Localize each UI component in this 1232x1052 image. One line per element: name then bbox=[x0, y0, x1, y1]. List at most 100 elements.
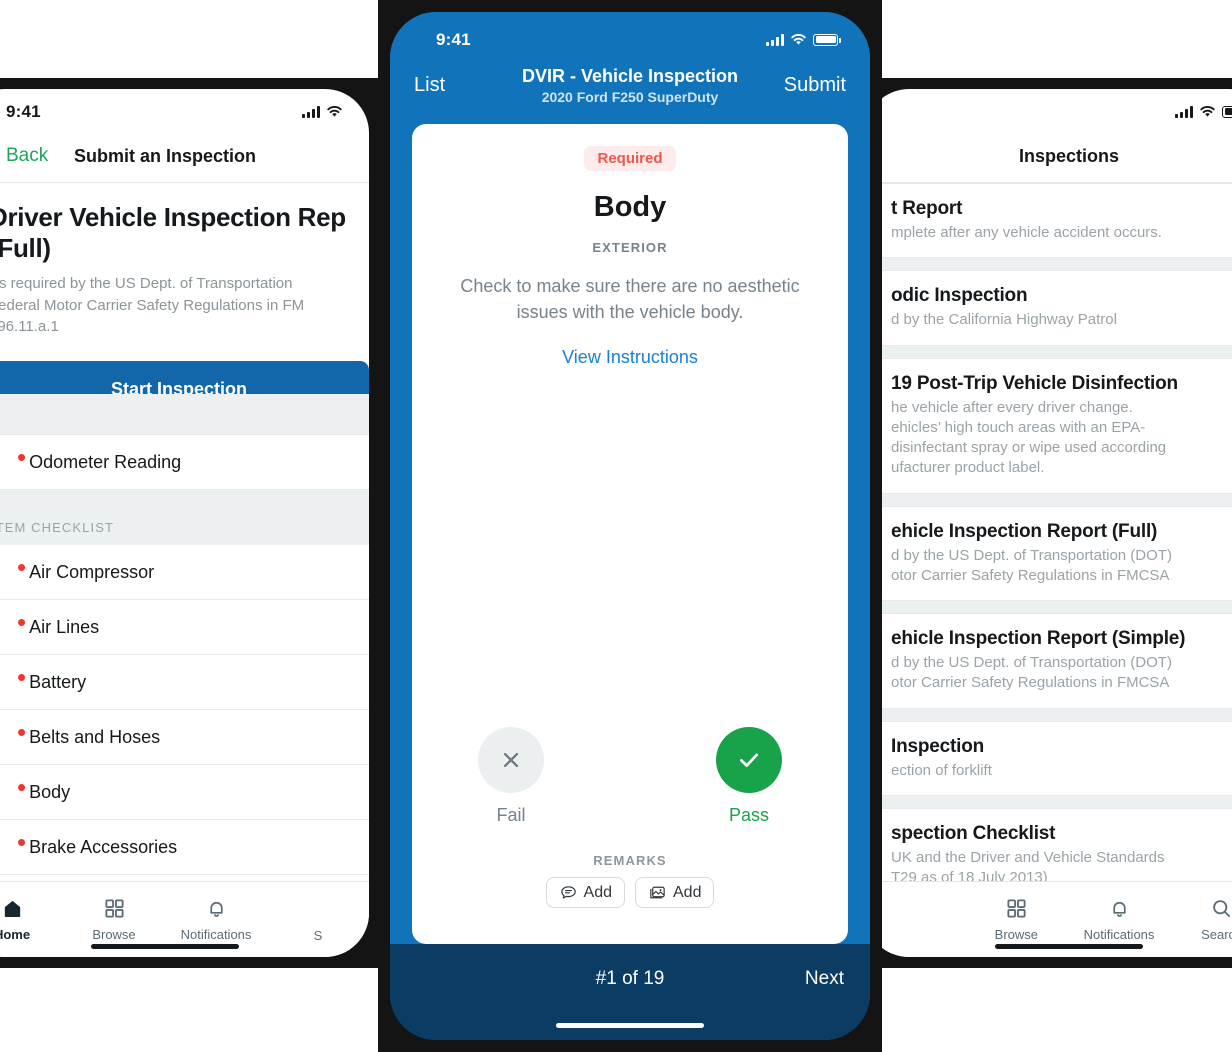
pass-button[interactable]: Pass bbox=[716, 727, 782, 826]
page-counter: #1 of 19 bbox=[595, 968, 665, 989]
checklist-row[interactable]: • Body bbox=[0, 765, 369, 820]
center-status-bar: 9:41 bbox=[390, 12, 870, 58]
odometer-reading-row[interactable]: • Odometer Reading bbox=[0, 434, 369, 490]
center-footer: #1 of 19 Next bbox=[390, 944, 870, 1040]
battery-icon bbox=[1222, 105, 1232, 118]
desc-line: he vehicle after every driver change. bbox=[891, 398, 1133, 416]
inspection-item-title: odic Inspection bbox=[891, 285, 1028, 307]
inspection-list-item[interactable]: 19 Post-Trip Vehicle Disinfection he vehi… bbox=[865, 357, 1232, 494]
tab-notifications-label: Notifications bbox=[180, 927, 252, 942]
check-icon bbox=[740, 753, 759, 767]
inspection-item-title: t Report bbox=[891, 198, 963, 219]
right-status-bar bbox=[865, 89, 1232, 135]
add-photo-button[interactable]: Add bbox=[635, 877, 715, 908]
next-button[interactable]: Next bbox=[805, 968, 844, 990]
comment-icon bbox=[560, 886, 576, 899]
check-circle-icon bbox=[0, 561, 17, 584]
title-line-2: (Full) bbox=[0, 232, 51, 263]
checklist-row-label: Belts and Hoses bbox=[29, 726, 161, 747]
desc-line: ufacturer product label. bbox=[891, 459, 1045, 477]
checklist-row[interactable]: • Air Lines bbox=[0, 600, 369, 655]
right-nav-bar: Inspections bbox=[865, 135, 1232, 183]
checklist-row[interactable]: • Battery bbox=[0, 655, 369, 710]
inspection-item-description: ection of forklift bbox=[891, 761, 1232, 781]
center-header: 9:41 List DVIR - Vehicle Inspection 2020… bbox=[390, 12, 870, 124]
status-time: 9:41 bbox=[436, 30, 471, 49]
remarks-label: REMARKS bbox=[593, 853, 667, 868]
tab-browse-label: Browse bbox=[994, 927, 1039, 942]
fail-label: Fail bbox=[496, 805, 526, 825]
inspection-list-item[interactable]: odic Inspection d by the California Highw… bbox=[865, 270, 1232, 346]
odometer-reading-label: Odometer Reading bbox=[29, 451, 182, 472]
page-title: Submit an Inspection bbox=[73, 146, 256, 166]
inspection-list-item[interactable]: Inspection ection of forklift bbox=[865, 720, 1232, 796]
home-indicator bbox=[556, 1023, 704, 1028]
fail-circle bbox=[478, 727, 544, 793]
inspection-item-title: Inspection bbox=[891, 735, 985, 757]
desc-line: disinfectant spray or wipe used accordin… bbox=[891, 439, 1167, 456]
inspection-form-title: Driver Vehicle Inspection Rep (Full) bbox=[0, 202, 346, 263]
cellular-bars-icon bbox=[766, 33, 784, 46]
cellular-bars-icon bbox=[302, 105, 320, 118]
left-phone-screen: 9:41 Back Submit an Inspection Driver Ve… bbox=[0, 89, 369, 957]
gauge-icon bbox=[0, 451, 17, 474]
check-circle-icon bbox=[0, 726, 17, 749]
inspection-list-item[interactable]: ehicle Inspection Report (Simple) d by th… bbox=[865, 613, 1232, 709]
desc-line-2: Federal Motor Carrier Safety Regulations… bbox=[0, 296, 305, 314]
status-icons bbox=[766, 33, 841, 46]
inspection-list-item[interactable]: t Report mplete after any vehicle acciden… bbox=[865, 183, 1232, 259]
fail-button[interactable]: Fail bbox=[478, 727, 544, 826]
wifi-icon bbox=[791, 34, 806, 45]
search-icon bbox=[1213, 900, 1231, 918]
desc-line: mplete after any vehicle accident occurs… bbox=[891, 224, 1162, 241]
submit-button[interactable]: Submit bbox=[784, 74, 846, 97]
inspections-title: Inspections bbox=[1018, 146, 1120, 166]
status-icons bbox=[1175, 105, 1232, 118]
checklist-row[interactable]: • Brake Accessories bbox=[0, 820, 369, 875]
item-checklist-header: ITEM CHECKLIST bbox=[0, 490, 369, 545]
checklist-row-label: Air Compressor bbox=[29, 561, 155, 582]
tab-search-label: Search bbox=[1201, 927, 1232, 942]
tab-search[interactable]: Search bbox=[1170, 882, 1232, 957]
pass-label: Pass bbox=[728, 805, 770, 825]
add-photo-label: Add bbox=[673, 883, 702, 901]
center-phone-device: 9:41 List DVIR - Vehicle Inspection 2020… bbox=[378, 0, 882, 1052]
tab-notifications-label: Notifications bbox=[1083, 927, 1155, 942]
inspection-item-title: ehicle Inspection Report (Simple) bbox=[891, 628, 1186, 649]
inspection-form-description: As required by the US Dept. of Transport… bbox=[0, 273, 341, 337]
check-circle-icon bbox=[0, 616, 17, 639]
desc-line: UK and the Driver and Vehicle Standards bbox=[891, 848, 1165, 866]
status-icons bbox=[302, 105, 343, 118]
desc-line: ection of forklift bbox=[891, 761, 992, 779]
grid-icon bbox=[1007, 899, 1026, 918]
desc-line: ehicles’ high touch areas with an EPA- bbox=[891, 418, 1146, 436]
inspection-list-item[interactable]: ehicle Inspection Report (Full) d by the … bbox=[865, 505, 1232, 601]
checklist-row[interactable]: • Air Compressor bbox=[0, 545, 369, 600]
check-circle-icon bbox=[0, 836, 17, 859]
pass-circle bbox=[716, 727, 782, 793]
desc-line-1: As required by the US Dept. of Transport… bbox=[0, 275, 293, 293]
cellular-bars-icon bbox=[1175, 105, 1193, 118]
tab-home-label: Home bbox=[0, 927, 31, 942]
remarks-section: REMARKS Add Add bbox=[412, 853, 848, 908]
desc-line: otor Carrier Safety Regulations in FMCSA bbox=[891, 566, 1170, 584]
inspection-item-description: he vehicle after every driver change. ehi… bbox=[891, 398, 1232, 479]
inspection-item-description: mplete after any vehicle accident occurs… bbox=[891, 223, 1232, 243]
home-icon bbox=[4, 900, 20, 918]
tab-search[interactable]: S bbox=[267, 882, 369, 957]
desc-line: otor Carrier Safety Regulations in FMCSA bbox=[891, 674, 1170, 692]
tab-home[interactable]: Home bbox=[0, 882, 63, 957]
add-comment-button[interactable]: Add bbox=[545, 877, 625, 908]
checklist-row[interactable]: • Belts and Hoses bbox=[0, 710, 369, 765]
left-nav-bar: Back Submit an Inspection bbox=[0, 135, 369, 183]
desc-line: d by the US Dept. of Transportation (DOT… bbox=[891, 654, 1172, 671]
grid-icon bbox=[104, 899, 124, 918]
screenshot-stage: 9:41 Back Submit an Inspection Driver Ve… bbox=[0, 0, 1232, 1052]
left-phone-device: 9:41 Back Submit an Inspection Driver Ve… bbox=[0, 78, 380, 968]
item-category: EXTERIOR bbox=[592, 240, 668, 255]
view-instructions-link[interactable]: View Instructions bbox=[412, 347, 848, 368]
remarks-buttons: Add Add bbox=[412, 877, 848, 908]
status-time: 9:41 bbox=[6, 102, 41, 121]
wifi-icon bbox=[1200, 106, 1215, 117]
battery-icon bbox=[813, 33, 841, 46]
